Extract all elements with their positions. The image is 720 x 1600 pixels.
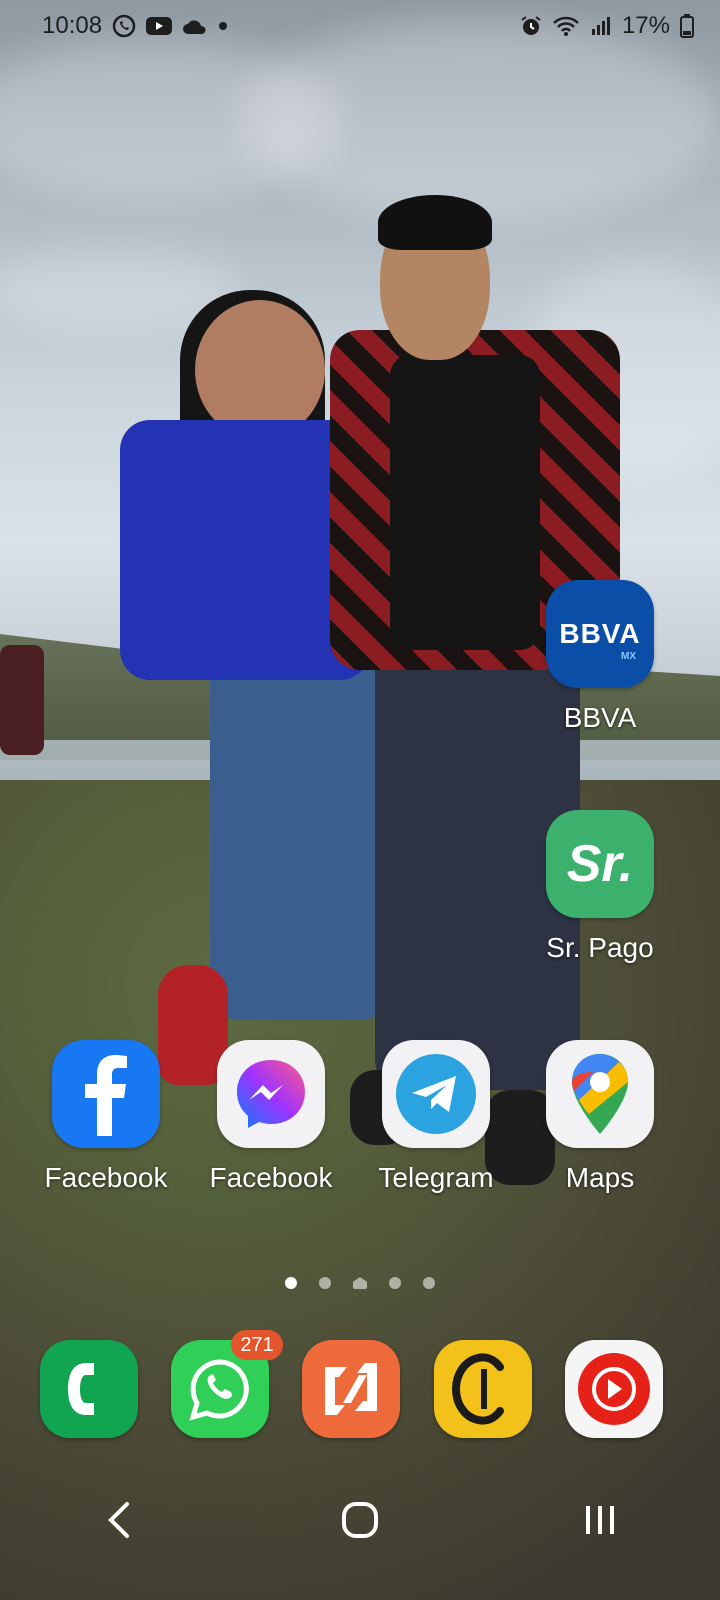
app-label: Facebook bbox=[44, 1162, 168, 1193]
woman-head bbox=[195, 300, 325, 440]
app-label: BBVA bbox=[563, 702, 637, 733]
home-icon bbox=[342, 1502, 378, 1538]
bbva-sub-text: MX bbox=[621, 651, 636, 662]
navigation-bar bbox=[0, 1470, 720, 1570]
youtube-icon bbox=[146, 16, 173, 36]
dock-whatsapp[interactable]: 271 bbox=[171, 1330, 283, 1438]
telegram-icon bbox=[382, 1040, 490, 1148]
page-dot[interactable] bbox=[319, 1277, 331, 1289]
car bbox=[0, 645, 44, 755]
status-right: 17% bbox=[520, 12, 694, 40]
phone-icon bbox=[68, 1363, 94, 1415]
status-time: 10:08 bbox=[42, 12, 103, 39]
woman-legs bbox=[210, 640, 390, 1020]
recents-icon bbox=[586, 1506, 614, 1534]
whatsapp-icon bbox=[189, 1359, 249, 1421]
notification-badge: 271 bbox=[231, 1330, 283, 1360]
home-button[interactable] bbox=[320, 1480, 400, 1560]
app-facebook[interactable]: Facebook bbox=[28, 1040, 184, 1194]
man-hair bbox=[378, 195, 492, 250]
app-label: Sr. Pago bbox=[546, 932, 654, 963]
back-button[interactable] bbox=[80, 1480, 160, 1560]
app-messenger[interactable]: Facebook bbox=[193, 1040, 349, 1194]
bbva-icon: BBVA MX bbox=[546, 580, 654, 688]
battery-percent: 17% bbox=[621, 12, 670, 39]
bbva-logo-text: BBVA bbox=[559, 618, 641, 649]
page-dot[interactable] bbox=[389, 1277, 401, 1289]
man-tee bbox=[390, 355, 540, 650]
back-icon bbox=[108, 1502, 129, 1538]
app-bbva[interactable]: BBVA MX BBVA bbox=[522, 580, 678, 734]
wifi-icon bbox=[552, 15, 580, 37]
recents-button[interactable] bbox=[560, 1480, 640, 1560]
dot-icon bbox=[218, 21, 228, 31]
page-indicator[interactable] bbox=[0, 1272, 720, 1294]
maps-icon bbox=[546, 1040, 654, 1148]
cloud-icon bbox=[182, 17, 208, 35]
coppel-icon bbox=[451, 1353, 504, 1425]
status-left: 10:08 bbox=[42, 12, 228, 40]
zoho-icon bbox=[325, 1363, 377, 1415]
signal-icon bbox=[590, 15, 612, 37]
dock-zoho[interactable] bbox=[302, 1340, 400, 1438]
app-telegram[interactable]: Telegram bbox=[358, 1040, 514, 1194]
page-dot[interactable] bbox=[423, 1277, 435, 1289]
app-maps[interactable]: Maps bbox=[522, 1040, 678, 1194]
dock-coppel[interactable] bbox=[434, 1340, 532, 1438]
alarm-icon bbox=[520, 15, 542, 37]
dock-phone[interactable] bbox=[40, 1340, 138, 1438]
sr-pago-logo-text: Sr. bbox=[566, 835, 634, 893]
status-bar: 10:08 17% bbox=[0, 0, 720, 52]
app-label: Facebook bbox=[209, 1162, 333, 1193]
dock-youtube-music[interactable] bbox=[565, 1340, 663, 1438]
whatsapp-icon bbox=[112, 14, 136, 38]
app-label: Maps bbox=[565, 1162, 635, 1193]
facebook-icon bbox=[52, 1040, 160, 1148]
page-dot-active[interactable] bbox=[285, 1277, 297, 1289]
battery-icon bbox=[680, 14, 694, 38]
home-page-dot[interactable] bbox=[353, 1277, 367, 1289]
app-label: Telegram bbox=[378, 1162, 494, 1193]
youtube-music-icon bbox=[578, 1353, 650, 1425]
app-sr-pago[interactable]: Sr. Sr. Pago bbox=[522, 810, 678, 964]
sr-pago-icon: Sr. bbox=[546, 810, 654, 918]
messenger-icon bbox=[217, 1040, 325, 1148]
